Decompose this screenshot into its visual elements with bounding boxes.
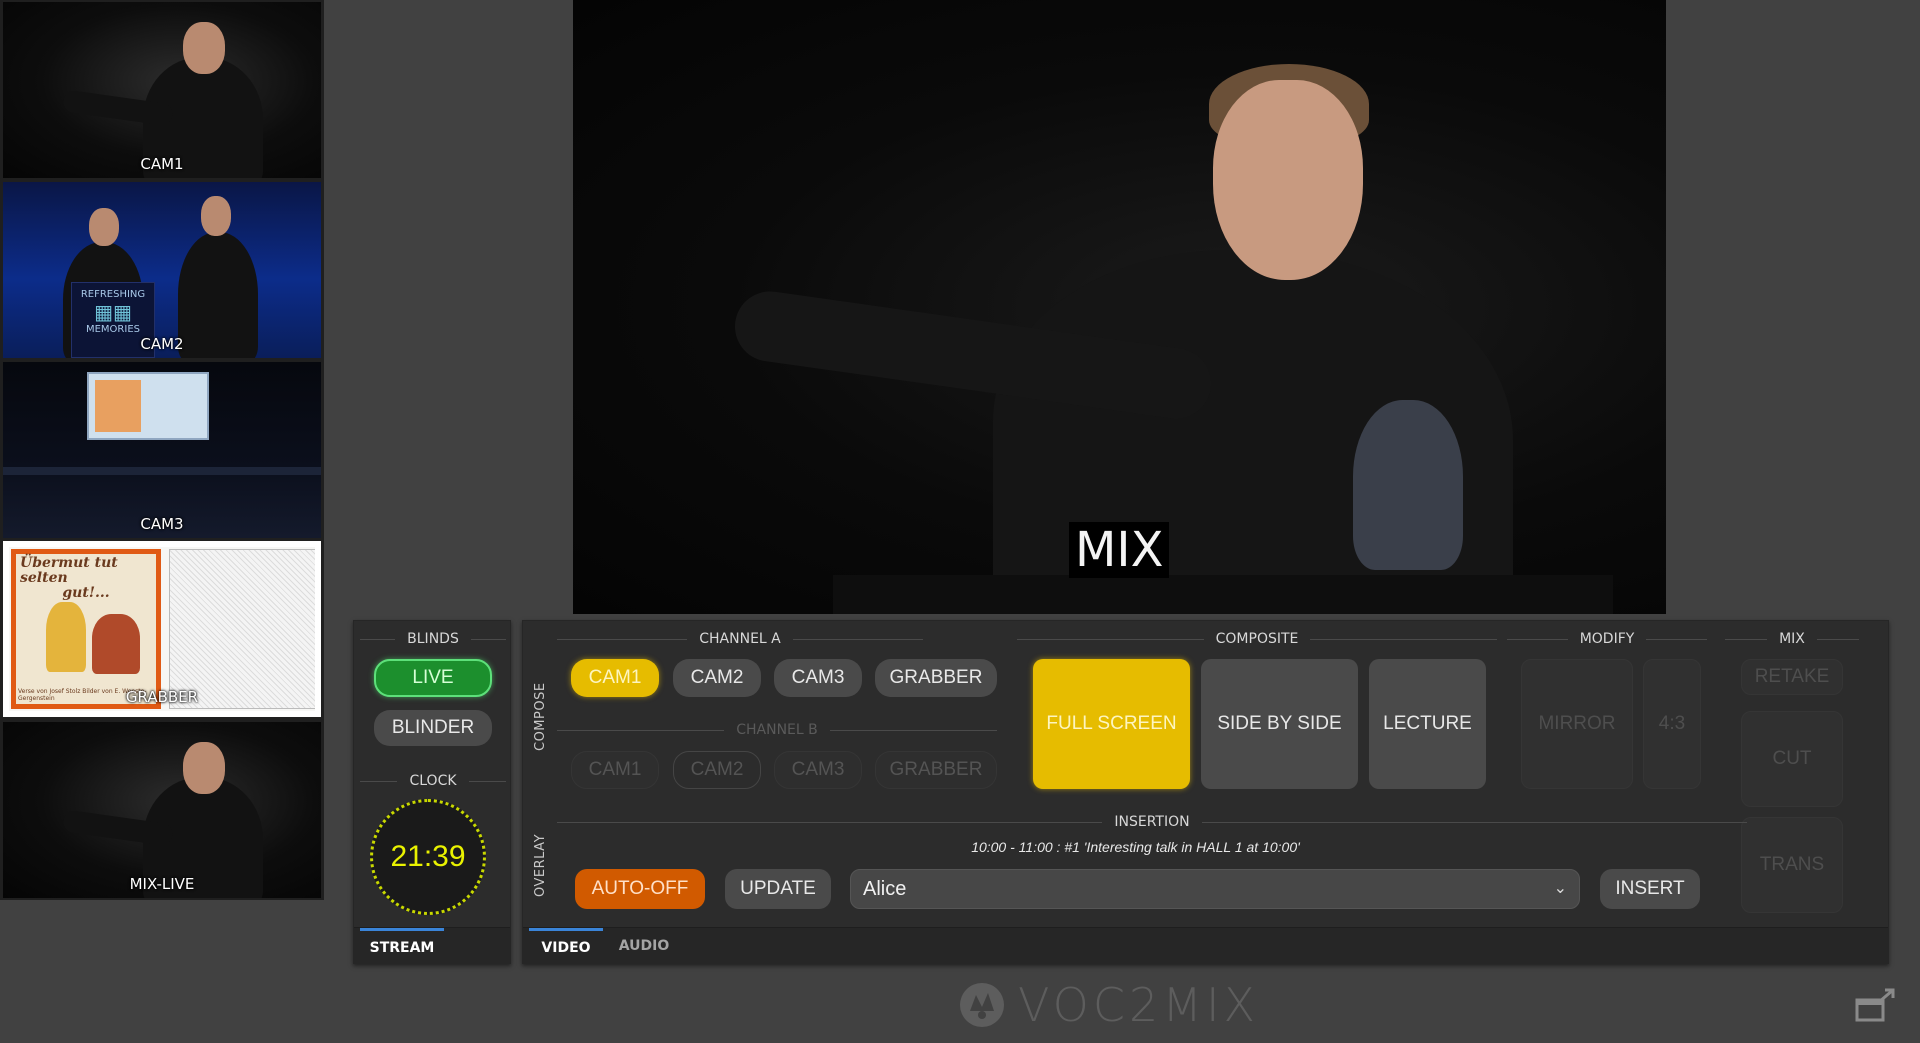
preview-cam3[interactable]: CAM3 [3, 362, 321, 538]
stage-edge [3, 467, 321, 475]
voc2mix-logo: VOC2MIX [958, 978, 1259, 1032]
slide-book-title: Übermut tut selten gut!... [16, 554, 156, 603]
host-head [201, 196, 231, 236]
banner-line: REFRESHING [80, 289, 146, 300]
channel-a-cam1-button[interactable]: CAM1 [571, 659, 659, 697]
main-tab-bar: VIDEO AUDIO [523, 927, 1888, 963]
speaker-head [1213, 80, 1363, 280]
insertion-select[interactable]: Alice ⌄ [850, 869, 1580, 909]
slide-title-line: Übermut tut selten [20, 555, 118, 586]
podium [833, 575, 1613, 614]
banner-line: MEMORIES [85, 324, 140, 335]
new-window-icon[interactable] [1855, 988, 1897, 1024]
preview-cam1[interactable]: CAM1 [3, 2, 321, 178]
speaker-head [183, 742, 225, 794]
speaker-head [89, 208, 119, 246]
stage-screen-book [95, 380, 141, 432]
channel-b-cam2-button[interactable]: CAM2 [673, 751, 761, 789]
composite-title: COMPOSITE [1017, 631, 1497, 647]
slide-illustration-girl [46, 602, 86, 672]
slide-line-drawing [169, 549, 315, 709]
voc-logo-icon [960, 983, 1004, 1027]
tab-video[interactable]: VIDEO [529, 928, 603, 964]
insertion-text: 10:00 - 11:00 : #1 'Interesting talk in … [971, 839, 1300, 855]
channel-b-grabber-button[interactable]: GRABBER [875, 751, 997, 789]
slide-book-cover: Übermut tut selten gut!... Verse von Jos… [11, 549, 161, 709]
blinds-clock-panel: BLINDS LIVE BLINDER CLOCK 21:39 STREAM [353, 620, 511, 964]
preview-mix-live[interactable]: MIX-LIVE [3, 722, 321, 898]
insertion-title: INSERTION [557, 814, 1747, 830]
auto-off-button[interactable]: AUTO-OFF [575, 869, 705, 909]
preview-grabber[interactable]: Übermut tut selten gut!... Verse von Jos… [3, 541, 321, 717]
preview-label: MIX-LIVE [129, 875, 195, 893]
slide-illustration-boy [92, 614, 140, 674]
preview-label: GRABBER [125, 688, 199, 706]
channel-b-cam1-button[interactable]: CAM1 [571, 751, 659, 789]
aspect-4-3-button[interactable]: 4:3 [1643, 659, 1701, 789]
slide-title-line: gut!... [62, 585, 110, 601]
tab-stream[interactable]: STREAM [360, 928, 444, 964]
channel-a-grabber-button[interactable]: GRABBER [875, 659, 997, 697]
channel-b-title: CHANNEL B [557, 722, 997, 738]
preview-cam2[interactable]: REFRESHING ▦▦ MEMORIES CAM2 [3, 182, 321, 358]
mirror-button[interactable]: MIRROR [1521, 659, 1633, 789]
banner-glyph: ▦▦ [94, 300, 132, 324]
update-button[interactable]: UPDATE [725, 869, 831, 909]
clock-display: 21:39 [370, 799, 486, 915]
lucky-cat-figurine [1353, 400, 1463, 570]
left-tab-bar: STREAM [354, 927, 510, 963]
side-by-side-button[interactable]: SIDE BY SIDE [1201, 659, 1358, 789]
mix-title: MIX [1725, 631, 1859, 647]
cut-button[interactable]: CUT [1741, 711, 1843, 807]
chevron-down-icon: ⌄ [1553, 880, 1567, 897]
clock-time: 21:39 [390, 840, 466, 873]
program-label: MIX [1069, 522, 1170, 578]
modify-title: MODIFY [1507, 631, 1707, 647]
video-control-panel: COMPOSE CHANNEL A CAM1 CAM2 CAM3 GRABBER… [522, 620, 1889, 964]
lecture-button[interactable]: LECTURE [1369, 659, 1486, 789]
channel-a-cam2-button[interactable]: CAM2 [673, 659, 761, 697]
clock-section-title: CLOCK [360, 773, 506, 789]
retake-button[interactable]: RETAKE [1741, 659, 1843, 695]
channel-a-title: CHANNEL A [557, 631, 923, 647]
insertion-select-value: Alice [863, 877, 907, 900]
program-output-video: MIX [573, 0, 1666, 614]
compose-vertical-label: COMPOSE [533, 682, 548, 751]
full-screen-button[interactable]: FULL SCREEN [1033, 659, 1190, 789]
blinder-button[interactable]: BLINDER [374, 710, 492, 746]
source-preview-list: CAM1 REFRESHING ▦▦ MEMORIES CAM2 CAM3 Üb… [0, 0, 324, 900]
insert-button[interactable]: INSERT [1600, 869, 1700, 909]
preview-label: CAM1 [140, 155, 184, 173]
blinds-section-title: BLINDS [360, 631, 506, 647]
trans-button[interactable]: TRANS [1741, 817, 1843, 913]
logo-text: VOC2MIX [1018, 978, 1260, 1032]
speaker-head [183, 22, 225, 74]
channel-a-cam3-button[interactable]: CAM3 [774, 659, 862, 697]
channel-b-cam3-button[interactable]: CAM3 [774, 751, 862, 789]
preview-label: CAM2 [140, 335, 184, 353]
tab-audio[interactable]: AUDIO [607, 928, 681, 964]
live-button[interactable]: LIVE [374, 659, 492, 697]
stage-screen [87, 372, 209, 440]
preview-label: CAM3 [140, 515, 184, 533]
